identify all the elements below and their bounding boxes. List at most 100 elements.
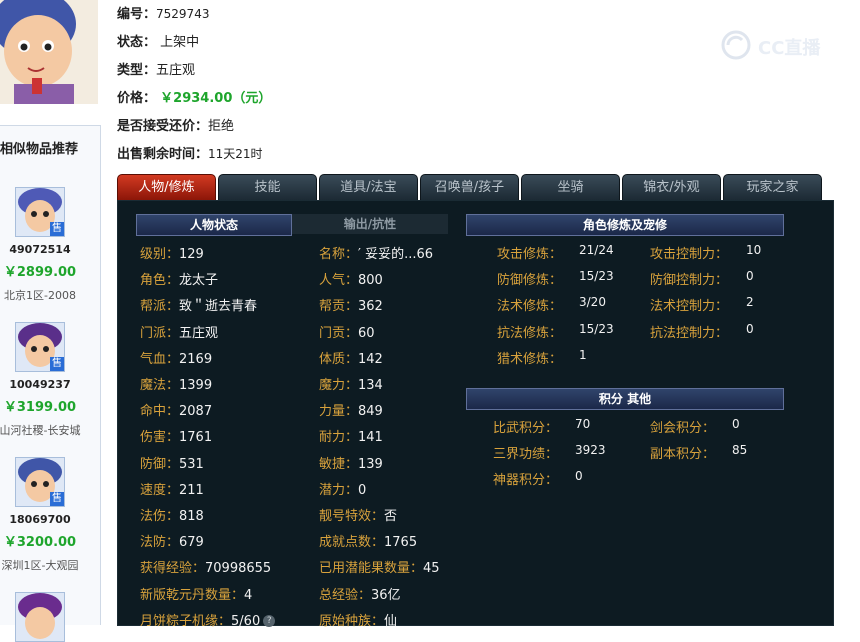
item-remaining-row: 出售剩余时间：11天21时 bbox=[117, 143, 263, 162]
points-label: 神器积分： bbox=[493, 473, 559, 489]
similar-item-server: 北京1区-2008 bbox=[4, 289, 76, 302]
logo-text: CC直播 bbox=[758, 38, 821, 59]
points-label-2: 副本积分： bbox=[650, 447, 716, 463]
similar-item-price: ￥3199.00 bbox=[3, 400, 77, 415]
stat-row: 防御：531 bbox=[140, 453, 204, 472]
stat-row-label: 魔力： bbox=[319, 378, 359, 393]
cultivation-value: 21/24 bbox=[579, 243, 614, 257]
stat-row-value: 849 bbox=[358, 404, 383, 420]
control-value: 0 bbox=[746, 269, 754, 284]
stat-row: 总经验：36亿 bbox=[319, 584, 401, 603]
similar-item-server: 深圳1区-大观园 bbox=[1, 559, 79, 572]
item-status-row: 状态： 上架中 bbox=[117, 31, 199, 50]
stat-row-value: ′ 妥妥的...66 bbox=[358, 247, 434, 262]
control-label: 攻击控制力： bbox=[650, 247, 729, 262]
sidebar: 相似物品推荐 售 49072514 ￥2899.00 北京1区-2008 售 1… bbox=[0, 0, 101, 642]
stat-row-value: 800 bbox=[358, 273, 383, 289]
stat-row-label: 体质： bbox=[319, 351, 359, 367]
cultivation-row: 攻击修炼： bbox=[497, 243, 562, 262]
cultivation-row: 防御修炼： bbox=[497, 269, 562, 288]
stat-row-value: 129 bbox=[179, 247, 204, 262]
stat-row-label: 名称： bbox=[319, 247, 359, 262]
stat-row-label: 已用潜能果数量： bbox=[319, 561, 424, 577]
item-id-row: 编号：7529743 bbox=[117, 3, 209, 22]
subtab-output-resistance[interactable]: 输出/抗性 bbox=[292, 214, 448, 234]
stat-row-value: 龙太子 bbox=[179, 273, 219, 289]
cultivation-label: 攻击修炼： bbox=[497, 247, 563, 262]
cultivation-value: 3/20 bbox=[579, 295, 606, 310]
stat-row: 月饼粽子机缘：5/60? bbox=[140, 610, 276, 629]
points-value: 0 bbox=[575, 469, 583, 484]
stat-row: 耐力：141 bbox=[319, 426, 383, 445]
stat-row-value: 531 bbox=[179, 456, 204, 472]
stat-row-label: 法防： bbox=[140, 535, 180, 551]
stat-row-value: 679 bbox=[179, 535, 204, 551]
stat-row-label: 级别： bbox=[140, 247, 180, 262]
stat-row: 获得经验：70998655 bbox=[140, 557, 271, 576]
points-value: 3923 bbox=[575, 443, 606, 458]
tab-outfits[interactable]: 锦衣/外观 bbox=[622, 174, 721, 201]
tab-items[interactable]: 道具/法宝 bbox=[319, 174, 418, 201]
tab-summons[interactable]: 召唤兽/孩子 bbox=[420, 174, 519, 201]
stat-row-label: 命中： bbox=[140, 404, 180, 420]
stat-row: 帮派：致＂逝去青春 bbox=[140, 295, 257, 314]
cultivation-label: 防御修炼： bbox=[497, 273, 563, 289]
stat-row-value: 否 bbox=[384, 509, 398, 524]
stat-row: 魔力：134 bbox=[319, 374, 383, 393]
item-bargain-row: 是否接受还价：拒绝 bbox=[117, 115, 234, 134]
similar-item-avatar[interactable]: 售 bbox=[15, 457, 65, 507]
cultivation-label: 猎术修炼： bbox=[497, 351, 563, 367]
points-label-2: 剑会积分： bbox=[650, 421, 716, 436]
stat-row-label: 人气： bbox=[319, 273, 359, 289]
similar-item-id[interactable]: 10049237 bbox=[0, 378, 80, 391]
item-bargain-label: 是否接受还价： bbox=[117, 119, 209, 134]
stat-row-label: 门派： bbox=[140, 325, 180, 341]
cc-logo-icon bbox=[721, 30, 751, 60]
similar-item-id[interactable]: 18069700 bbox=[0, 513, 80, 526]
similar-item-avatar[interactable]: 售 bbox=[15, 322, 65, 372]
similar-item-price: ￥3200.00 bbox=[3, 535, 77, 550]
tab-skills[interactable]: 技能 bbox=[218, 174, 317, 201]
tab-character[interactable]: 人物/修炼 bbox=[117, 174, 216, 201]
points-label: 比武积分： bbox=[493, 421, 559, 436]
control-value: 0 bbox=[746, 321, 754, 336]
stat-row-label: 速度： bbox=[140, 482, 180, 498]
cultivation-value: 15/23 bbox=[579, 321, 614, 336]
help-icon[interactable]: ? bbox=[263, 615, 276, 628]
stat-row: 帮贡：362 bbox=[319, 295, 383, 314]
tab-player-home[interactable]: 玩家之家 bbox=[723, 174, 822, 201]
subtab-character-status[interactable]: 人物状态 bbox=[136, 214, 292, 236]
stat-row-label: 魔法： bbox=[140, 378, 180, 393]
stat-row-value: 36亿 bbox=[371, 587, 401, 603]
stat-row-value: 139 bbox=[358, 456, 383, 472]
stat-row-value: 2087 bbox=[179, 404, 213, 420]
stat-row-label: 帮贡： bbox=[319, 299, 359, 315]
stat-row: 命中：2087 bbox=[140, 400, 212, 419]
similar-item-avatar[interactable] bbox=[15, 592, 65, 642]
stat-row: 法伤：818 bbox=[140, 505, 204, 524]
stat-row: 气血：2169 bbox=[140, 348, 212, 367]
stat-row: 法防：679 bbox=[140, 531, 204, 550]
cultivation-row: 猎术修炼： bbox=[497, 348, 562, 367]
similar-item-server: 山河社稷-长安城 bbox=[0, 424, 81, 437]
points-label: 三界功绩： bbox=[493, 447, 559, 463]
character-thumb-icon bbox=[16, 593, 64, 641]
tab-mounts[interactable]: 坐骑 bbox=[521, 174, 620, 201]
stat-row: 魔法：1399 bbox=[140, 374, 212, 393]
item-price-row: 价格： ￥2934.00（元） bbox=[117, 87, 271, 106]
stat-row-label: 门贡： bbox=[319, 325, 359, 341]
stat-row-label: 帮派： bbox=[140, 299, 180, 315]
stat-row-value: 134 bbox=[358, 378, 383, 393]
sale-tag: 售 bbox=[50, 357, 64, 371]
item-remaining-value: 11天21时 bbox=[208, 147, 263, 161]
stat-row-value: 致＂逝去青春 bbox=[179, 299, 258, 315]
character-portrait-icon bbox=[0, 0, 98, 104]
similar-item-id[interactable]: 49072514 bbox=[0, 243, 80, 256]
stat-row: 门贡：60 bbox=[319, 322, 375, 341]
stat-row-value: 4 bbox=[244, 587, 253, 603]
control-label: 抗法控制力： bbox=[650, 325, 729, 341]
cultivation-header: 角色修炼及宠修 bbox=[466, 214, 784, 236]
stat-row-value: 5/60 bbox=[231, 613, 261, 629]
similar-item-avatar[interactable]: 售 bbox=[15, 187, 65, 237]
item-type-row: 类型：五庄观 bbox=[117, 59, 195, 78]
